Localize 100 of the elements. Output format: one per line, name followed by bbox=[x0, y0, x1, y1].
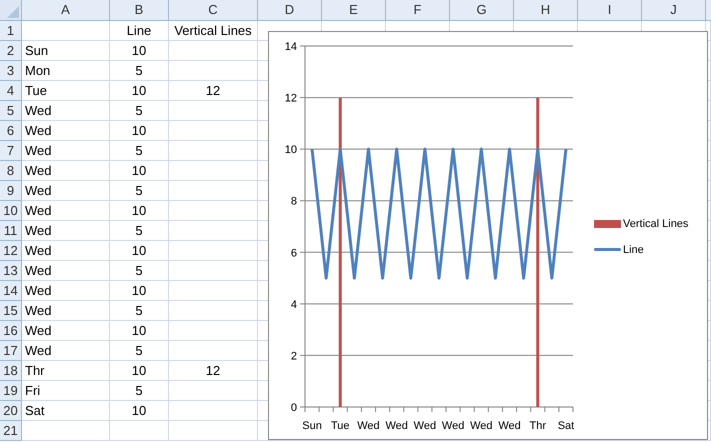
table-cell[interactable] bbox=[169, 321, 258, 341]
row-header[interactable]: 6 bbox=[0, 121, 22, 141]
row-header[interactable]: 15 bbox=[0, 301, 22, 321]
column-header[interactable] bbox=[706, 0, 711, 21]
column-header[interactable]: H bbox=[514, 0, 578, 21]
row-header[interactable]: 12 bbox=[0, 241, 22, 261]
row-header[interactable]: 7 bbox=[0, 141, 22, 161]
table-cell[interactable]: 10 bbox=[110, 121, 169, 141]
table-cell[interactable]: Wed bbox=[22, 121, 110, 141]
table-cell[interactable] bbox=[169, 301, 258, 321]
row-header[interactable]: 10 bbox=[0, 201, 22, 221]
table-cell[interactable]: Fri bbox=[22, 381, 110, 401]
row-header[interactable]: 9 bbox=[0, 181, 22, 201]
table-cell[interactable]: Mon bbox=[22, 61, 110, 81]
table-cell[interactable]: 10 bbox=[110, 41, 169, 61]
table-cell[interactable] bbox=[22, 21, 110, 41]
row-header[interactable]: 2 bbox=[0, 41, 22, 61]
table-cell[interactable]: Tue bbox=[22, 81, 110, 101]
column-header[interactable]: B bbox=[110, 0, 169, 21]
table-cell[interactable]: Wed bbox=[22, 341, 110, 361]
table-cell[interactable]: 10 bbox=[110, 321, 169, 341]
column-header[interactable]: G bbox=[450, 0, 514, 21]
row-header[interactable]: 1 bbox=[0, 21, 22, 41]
table-cell[interactable]: Line bbox=[110, 21, 169, 41]
table-cell[interactable]: 5 bbox=[110, 381, 169, 401]
table-cell[interactable] bbox=[169, 401, 258, 421]
row-header[interactable]: 8 bbox=[0, 161, 22, 181]
table-cell[interactable]: Thr bbox=[22, 361, 110, 381]
table-cell[interactable]: 10 bbox=[110, 361, 169, 381]
cell-text: 12 bbox=[206, 82, 220, 100]
row-header[interactable]: 4 bbox=[0, 81, 22, 101]
row-header[interactable]: 13 bbox=[0, 261, 22, 281]
column-header[interactable]: A bbox=[22, 0, 110, 21]
row-header[interactable]: 3 bbox=[0, 61, 22, 81]
row-header[interactable]: 14 bbox=[0, 281, 22, 301]
table-cell[interactable]: 12 bbox=[169, 361, 258, 381]
column-header[interactable]: C bbox=[169, 0, 258, 21]
table-cell[interactable]: 12 bbox=[169, 81, 258, 101]
table-cell[interactable]: 10 bbox=[110, 201, 169, 221]
table-cell[interactable]: Sat bbox=[22, 401, 110, 421]
row-header[interactable]: 16 bbox=[0, 321, 22, 341]
column-header[interactable]: J bbox=[642, 0, 706, 21]
table-cell[interactable]: Wed bbox=[22, 281, 110, 301]
table-cell[interactable]: Wed bbox=[22, 201, 110, 221]
column-header[interactable]: F bbox=[386, 0, 450, 21]
row-header[interactable]: 5 bbox=[0, 101, 22, 121]
cell-text: Tue bbox=[25, 82, 47, 100]
table-cell[interactable]: Wed bbox=[22, 101, 110, 121]
row-header[interactable]: 11 bbox=[0, 221, 22, 241]
table-cell[interactable]: Sun bbox=[22, 41, 110, 61]
table-cell[interactable]: Vertical Lines bbox=[169, 21, 258, 41]
table-cell[interactable] bbox=[169, 121, 258, 141]
table-cell[interactable]: Wed bbox=[22, 261, 110, 281]
table-cell[interactable] bbox=[22, 421, 110, 441]
table-cell[interactable]: Wed bbox=[22, 141, 110, 161]
table-cell[interactable]: 10 bbox=[110, 81, 169, 101]
table-cell[interactable] bbox=[110, 421, 169, 441]
row-header[interactable]: 21 bbox=[0, 421, 22, 441]
table-cell[interactable]: Wed bbox=[22, 221, 110, 241]
table-cell[interactable] bbox=[169, 261, 258, 281]
table-cell[interactable] bbox=[169, 281, 258, 301]
table-cell[interactable] bbox=[169, 61, 258, 81]
row-header[interactable]: 19 bbox=[0, 381, 22, 401]
table-cell[interactable]: Wed bbox=[22, 161, 110, 181]
column-header[interactable]: D bbox=[258, 0, 322, 21]
table-cell[interactable]: 5 bbox=[110, 141, 169, 161]
cell-text: 5 bbox=[135, 302, 143, 320]
table-cell[interactable]: 10 bbox=[110, 281, 169, 301]
table-cell[interactable]: 10 bbox=[110, 241, 169, 261]
row-header[interactable]: 17 bbox=[0, 341, 22, 361]
column-header[interactable]: I bbox=[578, 0, 642, 21]
table-cell[interactable] bbox=[169, 161, 258, 181]
table-cell[interactable] bbox=[169, 221, 258, 241]
table-cell[interactable]: 5 bbox=[110, 301, 169, 321]
table-cell[interactable] bbox=[169, 141, 258, 161]
table-cell[interactable] bbox=[169, 341, 258, 361]
column-header[interactable]: E bbox=[322, 0, 386, 21]
table-cell[interactable]: 5 bbox=[110, 221, 169, 241]
table-cell[interactable]: 5 bbox=[110, 181, 169, 201]
table-cell[interactable]: 5 bbox=[110, 101, 169, 121]
chart-area[interactable]: 0 2 4 6 8 10 12 14 Sun Tue Wed Wed Wed Wed Wed Wed Thr Sat Vertical Lines Line bbox=[268, 31, 708, 440]
table-cell[interactable]: 10 bbox=[110, 401, 169, 421]
table-cell[interactable]: Wed bbox=[22, 321, 110, 341]
table-cell[interactable]: Wed bbox=[22, 241, 110, 261]
table-cell[interactable] bbox=[169, 381, 258, 401]
table-cell[interactable]: Wed bbox=[22, 181, 110, 201]
table-cell[interactable]: 5 bbox=[110, 261, 169, 281]
table-cell[interactable]: Wed bbox=[22, 301, 110, 321]
table-cell[interactable] bbox=[169, 101, 258, 121]
table-cell[interactable] bbox=[169, 181, 258, 201]
table-cell[interactable] bbox=[169, 41, 258, 61]
table-cell[interactable] bbox=[169, 201, 258, 221]
row-header[interactable]: 18 bbox=[0, 361, 22, 381]
table-cell[interactable] bbox=[169, 421, 258, 441]
row-header[interactable]: 20 bbox=[0, 401, 22, 421]
table-cell[interactable]: 5 bbox=[110, 341, 169, 361]
table-cell[interactable]: 10 bbox=[110, 161, 169, 181]
table-cell[interactable]: 5 bbox=[110, 61, 169, 81]
cell-text: 5 bbox=[135, 342, 143, 360]
table-cell[interactable] bbox=[169, 241, 258, 261]
